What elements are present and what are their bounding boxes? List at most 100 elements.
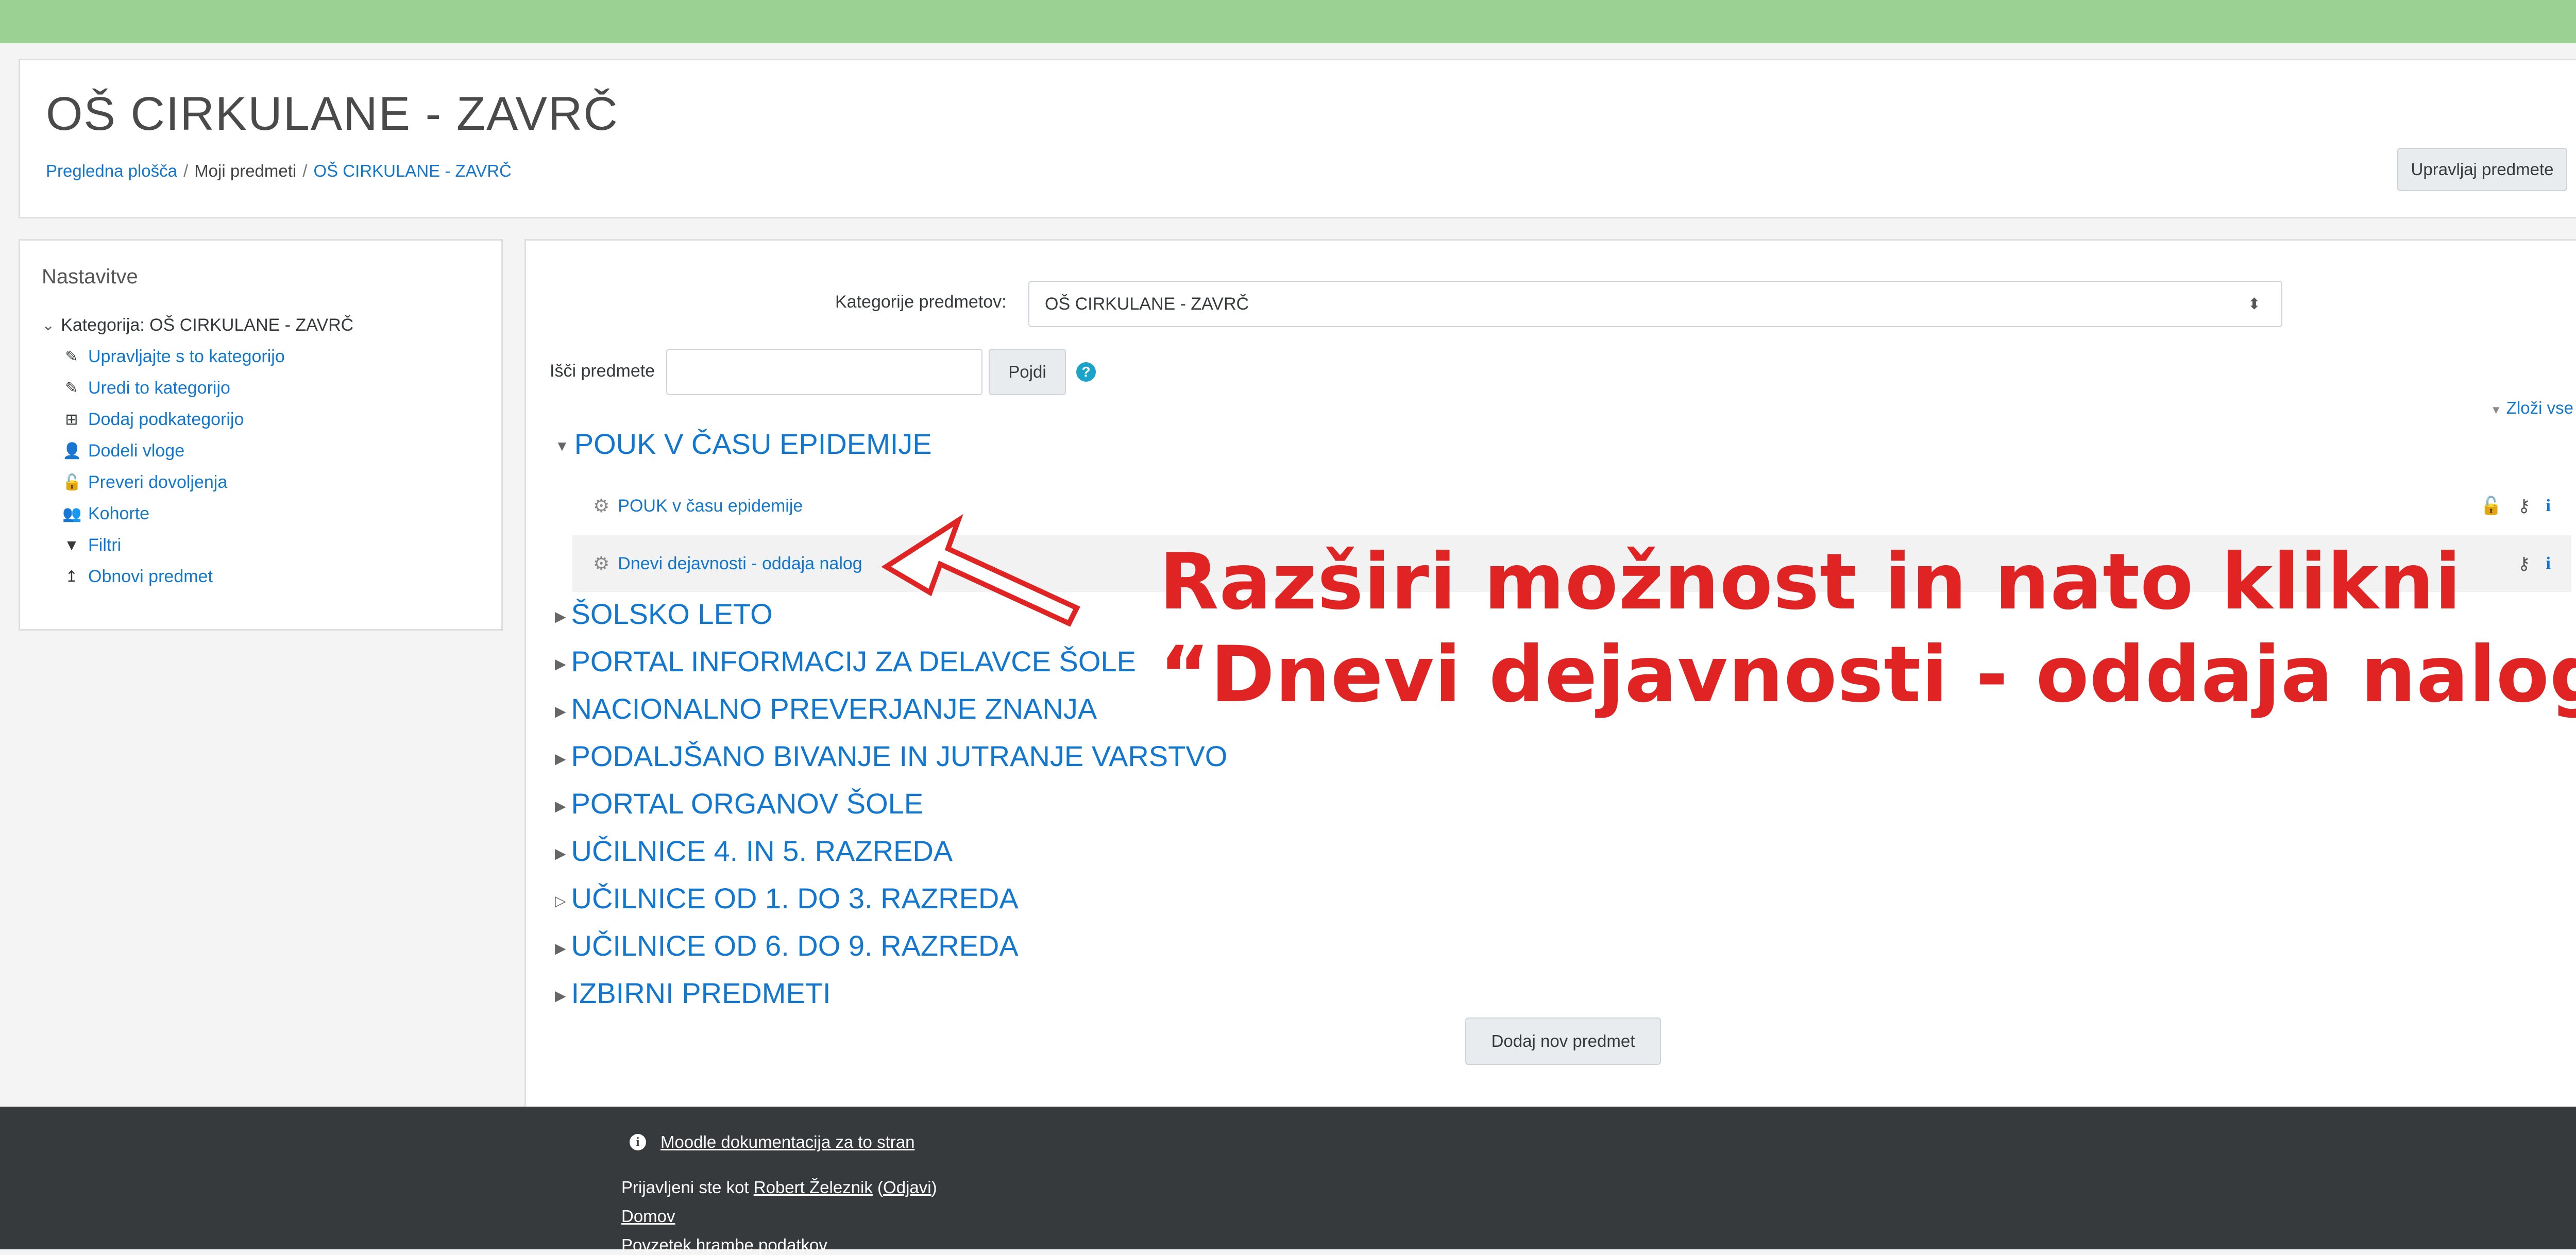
top-navbar (0, 0, 2576, 43)
moodle-docs-link[interactable]: Moodle dokumentacija za to stran (660, 1132, 914, 1152)
filter-icon: ▼ (64, 536, 79, 554)
category-expanded[interactable]: ▼ POUK V ČASU EPIDEMIJE (555, 427, 932, 461)
category-label: PORTAL ORGANOV ŠOLE (571, 787, 924, 820)
settings-item-add-subcategory[interactable]: ⊞ Dodaj podkategorijo (42, 404, 353, 435)
key-icon[interactable]: ⚷ (2518, 496, 2531, 516)
logout-link[interactable]: Odjavi (883, 1178, 931, 1197)
settings-item-check-permissions[interactable]: 🔓 Preveri dovoljenja (42, 467, 353, 498)
triangle-right-icon: ▶ (555, 940, 566, 956)
breadcrumb-separator: / (302, 161, 308, 180)
category-collapsed[interactable]: ▶ UČILNICE 4. IN 5. RAZREDA (555, 834, 953, 868)
course-row-icons: 🔓 ⚷ i (2480, 496, 2551, 516)
search-label: Išči predmete (550, 361, 655, 381)
category-collapsed[interactable]: ▶ UČILNICE OD 6. DO 9. RAZREDA (555, 929, 1019, 962)
settings-block: Nastavitve ⌄ Kategorija: OŠ CIRKULANE - … (19, 239, 503, 631)
category-label: UČILNICE 4. IN 5. RAZREDA (571, 835, 953, 867)
category-select[interactable]: OŠ CIRKULANE - ZAVRČ ⬍ (1028, 281, 2282, 327)
footer-login-info: Prijavljeni ste kot Robert Železnik (Odj… (621, 1178, 937, 1197)
course-icon: ⚙ (593, 553, 610, 574)
settings-item-label[interactable]: Obnovi predmet (88, 567, 213, 587)
category-collapsed[interactable]: ▶ PODALJŠANO BIVANJE IN JUTRANJE VARSTVO (555, 739, 1227, 773)
logged-in-prefix: Prijavljeni ste kot (621, 1178, 754, 1197)
settings-item-manage-category[interactable]: ✎ Upravljajte s to kategorijo (42, 341, 353, 372)
triangle-right-icon: ▶ (555, 987, 566, 1004)
triangle-right-icon: ▶ (555, 655, 566, 672)
category-collapsed[interactable]: ▶ IZBIRNI PREDMETI (555, 976, 831, 1010)
plus-square-icon: ⊞ (65, 411, 78, 428)
category-label: UČILNICE OD 6. DO 9. RAZREDA (571, 929, 1019, 962)
footer: i Moodle dokumentacija za to stran Prija… (0, 1107, 2576, 1254)
triangle-right-icon: ▶ (555, 703, 566, 719)
footer-docs: i Moodle dokumentacija za to stran (630, 1132, 914, 1152)
category-label: IZBIRNI PREDMETI (571, 977, 831, 1009)
triangle-right-icon: ▶ (555, 750, 566, 767)
course-icon: ⚙ (593, 495, 610, 516)
settings-item-edit-category[interactable]: ✎ Uredi to kategorijo (42, 372, 353, 404)
settings-item-restore-course[interactable]: ↥ Obnovi predmet (42, 561, 353, 592)
course-link[interactable]: POUK v času epidemije (618, 496, 803, 516)
settings-item-assign-roles[interactable]: 👤 Dodeli vloge (42, 435, 353, 467)
chevron-down-icon: ⌄ (42, 317, 55, 334)
settings-item-cohorts[interactable]: 👥 Kohorte (42, 498, 353, 530)
breadcrumb-category[interactable]: OŠ CIRKULANE - ZAVRČ (313, 161, 511, 180)
settings-category-label: Kategorija: OŠ CIRKULANE - ZAVRČ (61, 315, 354, 335)
home-link[interactable]: Domov (621, 1207, 675, 1226)
settings-item-label[interactable]: Kohorte (88, 504, 149, 524)
search-input[interactable] (666, 349, 982, 395)
collapse-triangle-icon: ▼ (2490, 403, 2502, 416)
pencil-icon: ✎ (65, 348, 78, 365)
manage-courses-button[interactable]: Upravljaj predmete (2397, 148, 2567, 191)
breadcrumb-my-courses[interactable]: Moji predmeti (194, 161, 296, 180)
course-row[interactable]: ⚙ POUK v času epidemije 🔓 ⚷ i (572, 478, 2571, 534)
add-course-button[interactable]: Dodaj nov predmet (1465, 1017, 1661, 1065)
page-header: OŠ CIRKULANE - ZAVRČ Pregledna plošča / Mo… (19, 59, 2576, 218)
category-label: POUK V ČASU EPIDEMIJE (574, 428, 932, 460)
category-label: PODALJŠANO BIVANJE IN JUTRANJE VARSTVO (571, 740, 1228, 772)
pencil-icon: ✎ (65, 380, 78, 397)
settings-item-label[interactable]: Uredi to kategorijo (88, 378, 230, 398)
settings-category[interactable]: ⌄ Kategorija: OŠ CIRKULANE - ZAVRČ (42, 310, 353, 341)
privacy-summary-link[interactable]: Povzetek hrambe podatkov (621, 1235, 827, 1254)
category-select-label: Kategorije predmetov: (835, 292, 1007, 312)
category-label: NACIONALNO PREVERJANJE ZNANJA (571, 692, 1097, 725)
info-circle-icon: i (630, 1134, 646, 1150)
category-label: ŠOLSKO LETO (571, 598, 773, 630)
annotation-line-2: “Dnevi dejavnosti - oddaja nalog” (1159, 630, 2576, 720)
settings-item-label[interactable]: Dodeli vloge (88, 441, 184, 461)
settings-item-label[interactable]: Filtri (88, 535, 121, 555)
category-select-value: OŠ CIRKULANE - ZAVRČ (1045, 294, 1249, 314)
select-arrows-icon: ⬍ (2247, 295, 2261, 313)
help-icon[interactable]: ? (1076, 362, 1096, 382)
triangle-down-icon: ▼ (555, 438, 569, 454)
category-collapsed[interactable]: ▷ UČILNICE OD 1. DO 3. RAZREDA (555, 881, 1019, 915)
info-icon[interactable]: i (2546, 496, 2551, 516)
search-button[interactable]: Pojdi (989, 349, 1066, 395)
settings-list: ⌄ Kategorija: OŠ CIRKULANE - ZAVRČ ✎ Upr… (42, 310, 353, 592)
footer-home: Domov (621, 1207, 675, 1226)
footer-privacy: Povzetek hrambe podatkov (621, 1235, 827, 1255)
category-collapsed[interactable]: ▶ NACIONALNO PREVERJANJE ZNANJA (555, 692, 1097, 725)
course-link[interactable]: Dnevi dejavnosti - oddaja nalog (618, 554, 862, 574)
restore-icon: ↥ (65, 568, 78, 585)
user-profile-link[interactable]: Robert Železnik (754, 1178, 873, 1197)
settings-block-title: Nastavitve (42, 265, 138, 288)
triangle-right-icon: ▶ (555, 798, 566, 814)
category-label: UČILNICE OD 1. DO 3. RAZREDA (571, 882, 1019, 914)
settings-item-filters[interactable]: ▼ Filtri (42, 530, 353, 561)
unlock-icon: 🔓 (62, 474, 82, 491)
settings-item-label[interactable]: Preveri dovoljenja (88, 472, 227, 493)
category-collapsed[interactable]: ▶ PORTAL ORGANOV ŠOLE (555, 787, 923, 820)
breadcrumb: Pregledna plošča / Moji predmeti / OŠ CIRKUL… (46, 161, 512, 181)
settings-item-label[interactable]: Upravljajte s to kategorijo (88, 347, 285, 367)
collapse-all-link[interactable]: ▼ Zloži vse (2490, 398, 2573, 418)
breadcrumb-dashboard[interactable]: Pregledna plošča (46, 161, 177, 180)
users-icon: 👥 (62, 505, 82, 522)
category-collapsed[interactable]: ▶ PORTAL INFORMACIJ ZA DELAVCE ŠOLE (555, 645, 1136, 678)
collapse-all-label: Zloži vse (2506, 398, 2573, 417)
category-collapsed[interactable]: ▶ ŠOLSKO LETO (555, 597, 773, 631)
unlock-icon[interactable]: 🔓 (2480, 496, 2502, 516)
breadcrumb-separator: / (183, 161, 189, 180)
page-title: OŠ CIRKULANE - ZAVRČ (46, 88, 619, 140)
category-label: PORTAL INFORMACIJ ZA DELAVCE ŠOLE (571, 645, 1136, 677)
settings-item-label[interactable]: Dodaj podkategorijo (88, 410, 244, 430)
